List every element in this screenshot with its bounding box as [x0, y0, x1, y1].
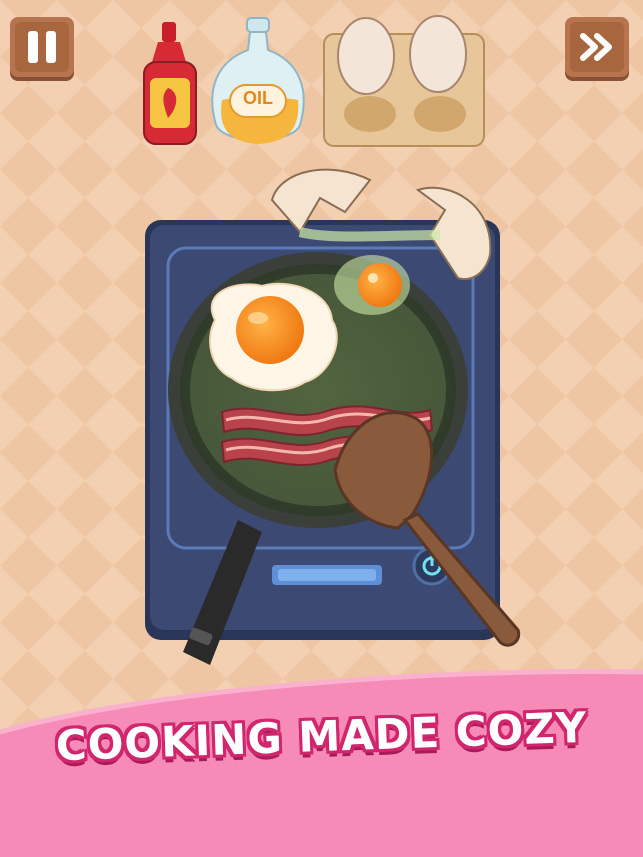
fried-egg[interactable]: [209, 282, 338, 392]
pause-icon: [15, 22, 69, 72]
oil-label: OIL: [243, 88, 273, 108]
fast-forward-button[interactable]: [565, 17, 629, 77]
fast-forward-icon: [570, 22, 624, 72]
game-scene: OIL COOKING MADE COZY: [0, 0, 643, 857]
pause-button[interactable]: [10, 17, 74, 77]
egg-tray[interactable]: [323, 15, 485, 147]
raw-egg[interactable]: [334, 255, 410, 315]
